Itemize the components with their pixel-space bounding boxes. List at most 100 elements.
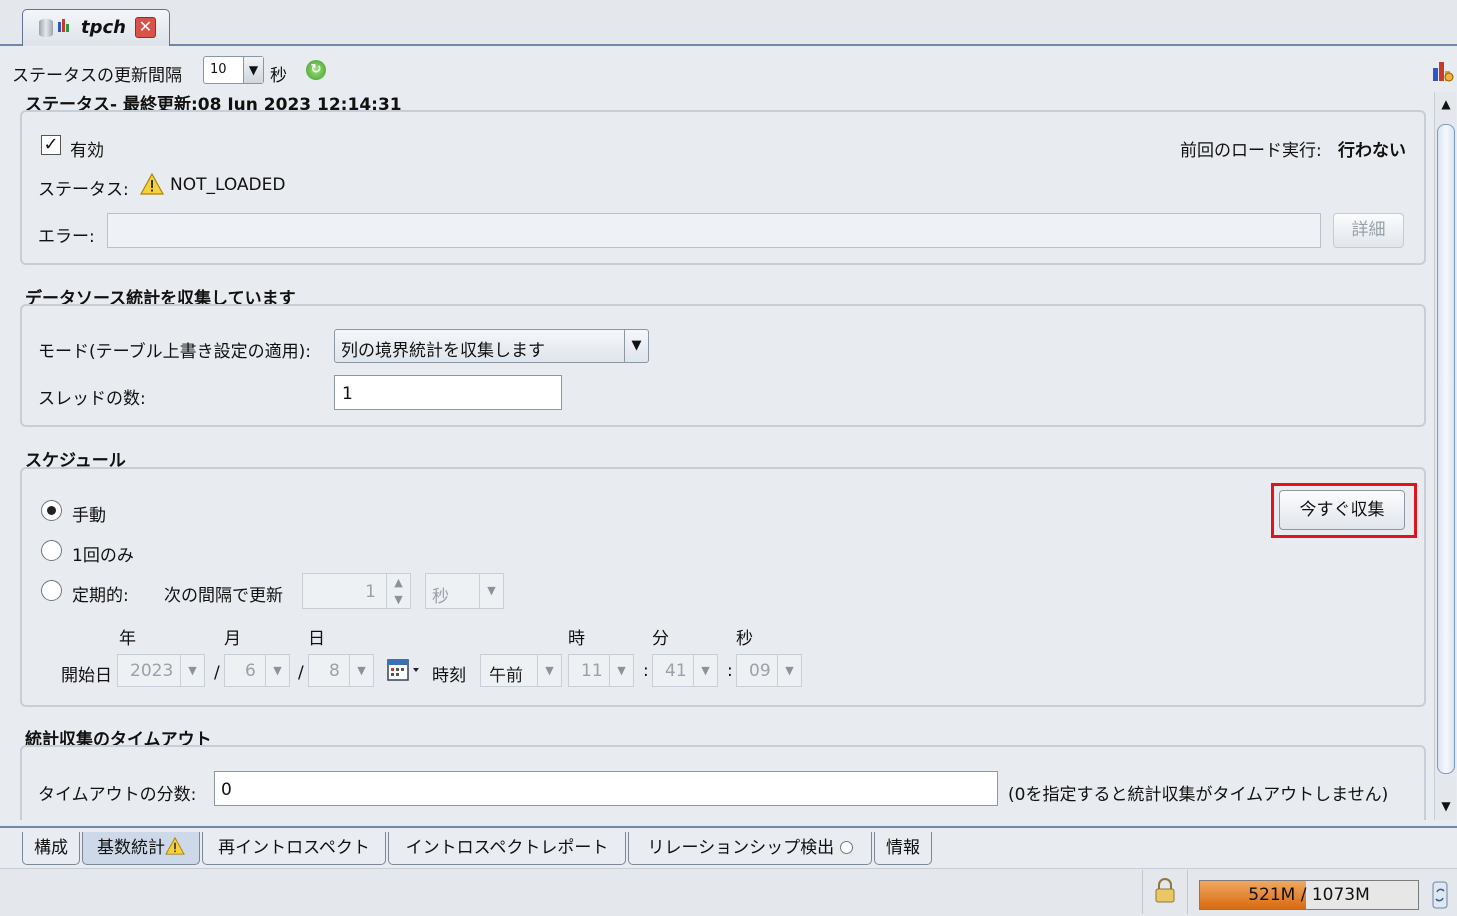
collect-group: モード(テーブル上書き設定の適用): 列の境界統計を収集します ▼ スレッドの数… [20, 304, 1426, 427]
status-group: ✓ 有効 前回のロード実行: 行わない ステータス: NOT_LOADED エラ… [20, 110, 1426, 265]
memory-usage-text: 521M / 1073M [1248, 885, 1370, 905]
time-label: 時刻 [432, 666, 466, 686]
periodic-label: 定期的: [72, 586, 129, 606]
manual-radio[interactable] [41, 500, 62, 521]
chevron-down-icon[interactable]: ▼ [349, 655, 373, 686]
chevron-down-icon[interactable]: ▼ [693, 655, 717, 686]
timeout-group: タイムアウトの分数: 0 (0を指定すると統計収集がタイムアウトしません) [20, 745, 1426, 820]
tab-title: tpch [81, 17, 126, 38]
interval-spinner[interactable]: 1 ▲ ▼ [302, 573, 411, 609]
refresh-interval-combo[interactable]: 10 ▼ [203, 56, 264, 84]
details-button[interactable]: 詳細 [1333, 213, 1404, 248]
ampm-value: 午前 [489, 666, 523, 686]
scroll-up-icon[interactable]: ▲ [1437, 94, 1455, 114]
memory-usage-bar[interactable]: 521M / 1073M [1199, 880, 1419, 910]
tab-reintrospect[interactable]: 再イントロスペクト [202, 832, 386, 865]
statistics-icon[interactable] [1432, 58, 1454, 82]
mode-select-value: 列の境界統計を収集します [341, 341, 545, 361]
threads-field[interactable]: 1 [334, 375, 562, 410]
interval-label: 次の間隔で更新 [164, 586, 283, 606]
status-label: ステータス: [38, 180, 129, 200]
day-select[interactable]: 8 ▼ [308, 654, 374, 687]
start-date-label: 開始日 [61, 666, 112, 686]
mode-label: モード(テーブル上書き設定の適用): [38, 342, 311, 362]
refresh-interval-value: 10 [210, 62, 227, 77]
collect-now-button[interactable]: 今すぐ収集 [1279, 490, 1405, 530]
minute-select[interactable]: 41 ▼ [652, 654, 718, 687]
tab-relationship-detection[interactable]: リレーションシップ検出 [628, 832, 872, 865]
periodic-radio[interactable] [41, 580, 62, 601]
ampm-select[interactable]: 午前 ▼ [480, 654, 562, 687]
tab-introspect-report[interactable]: イントロスペクトレポート [388, 832, 626, 865]
interval-unit-value: 秒 [432, 587, 449, 607]
timeout-minutes-field[interactable]: 0 [214, 771, 998, 806]
status-circle-icon [839, 841, 853, 854]
chevron-down-icon[interactable]: ▼ [180, 655, 204, 686]
second-header: 秒 [736, 629, 753, 649]
refresh-interval-unit: 秒 [270, 66, 287, 86]
time-separator: : [727, 661, 733, 681]
second-select[interactable]: 09 ▼ [736, 654, 802, 687]
hour-header: 時 [568, 629, 585, 649]
tab-label: 基数統計 [97, 838, 165, 858]
tab-label: リレーションシップ検出 [647, 838, 835, 858]
month-select[interactable]: 6 ▼ [224, 654, 290, 687]
once-radio[interactable] [41, 540, 62, 561]
mode-select[interactable]: 列の境界統計を収集します ▼ [334, 329, 649, 363]
interval-unit-select[interactable]: 秒 ▼ [425, 573, 504, 609]
chevron-down-icon[interactable]: ▼ [624, 330, 648, 362]
minute-header: 分 [652, 629, 669, 649]
threads-label: スレッドの数: [38, 389, 146, 409]
spinner-arrows-icon[interactable]: ▲ ▼ [386, 574, 410, 608]
time-separator: : [643, 661, 649, 681]
month-value: 6 [245, 661, 256, 681]
last-load-value: 行わない [1338, 141, 1406, 161]
enabled-label: 有効 [70, 141, 104, 161]
once-label: 1回のみ [72, 546, 134, 566]
minute-value: 41 [665, 661, 687, 681]
hour-value: 11 [581, 661, 603, 681]
refresh-icon[interactable]: ↻ [306, 60, 326, 80]
interval-value: 1 [365, 582, 376, 602]
chevron-down-icon[interactable]: ▼ [537, 655, 561, 686]
garbage-collect-icon[interactable] [1431, 880, 1449, 910]
date-separator: / [214, 663, 220, 683]
close-tab-icon[interactable]: ✕ [135, 17, 156, 38]
vertical-scrollbar[interactable]: ▲ ▼ [1434, 92, 1456, 820]
second-value: 09 [749, 661, 771, 681]
chevron-down-icon[interactable]: ▼ [479, 574, 503, 608]
timeout-minutes-label: タイムアウトの分数: [38, 785, 197, 805]
manual-label: 手動 [72, 506, 106, 526]
bottom-tab-bar: 構成 基数統計 再イントロスペクト イントロスペクトレポート リレーションシップ… [0, 826, 1457, 866]
year-select[interactable]: 2023 ▼ [117, 654, 205, 687]
chevron-down-icon[interactable]: ▼ [609, 655, 633, 686]
document-tab-strip: tpch ✕ [0, 0, 1457, 46]
date-separator: / [298, 663, 304, 683]
enabled-checkbox[interactable]: ✓ [41, 135, 61, 155]
tab-configuration[interactable]: 構成 [22, 832, 80, 865]
bar-chart-icon [58, 19, 69, 32]
database-icon [39, 19, 53, 37]
chevron-down-icon[interactable]: ▼ [777, 655, 801, 686]
calendar-icon[interactable] [387, 657, 423, 683]
warning-icon [140, 173, 164, 195]
month-header: 月 [224, 629, 241, 649]
hour-select[interactable]: 11 ▼ [568, 654, 634, 687]
chevron-down-icon[interactable]: ▼ [243, 57, 263, 83]
day-value: 8 [329, 661, 340, 681]
status-divider [1142, 870, 1143, 914]
lock-icon[interactable] [1153, 878, 1177, 904]
tab-tpch[interactable]: tpch ✕ [22, 9, 170, 46]
last-load-label: 前回のロード実行: [1180, 141, 1322, 161]
error-label: エラー: [38, 227, 95, 247]
scrollbar-thumb[interactable] [1437, 124, 1455, 774]
chevron-down-icon[interactable]: ▼ [265, 655, 289, 686]
tab-info[interactable]: 情報 [874, 832, 932, 865]
tab-cardinality-stats[interactable]: 基数統計 [82, 832, 200, 865]
scroll-down-icon[interactable]: ▼ [1437, 796, 1455, 816]
schedule-group: 手動 1回のみ 定期的: 次の間隔で更新 1 ▲ ▼ 秒 ▼ 今すぐ収集 年 月 … [20, 467, 1426, 707]
error-field[interactable] [107, 213, 1321, 248]
status-divider [1187, 870, 1188, 914]
warning-icon [165, 836, 185, 855]
day-header: 日 [308, 629, 325, 649]
